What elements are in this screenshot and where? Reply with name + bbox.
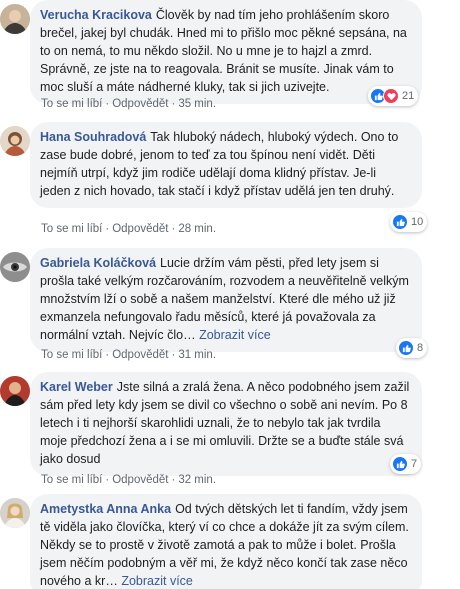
comment-timestamp[interactable]: 28 min.	[178, 223, 216, 235]
comment-timestamp[interactable]: 32 min.	[178, 474, 216, 486]
reply-link[interactable]: Odpovědět	[112, 474, 168, 486]
like-icon	[392, 214, 408, 230]
avatar[interactable]	[0, 252, 30, 282]
reaction-count: 21	[402, 90, 415, 102]
see-more-link[interactable]: Zobrazit více	[121, 574, 193, 588]
comment-author[interactable]: Karel Weber	[40, 380, 113, 394]
comment-actions: To se mi líbí · Odpovědět · 35 min.	[41, 98, 217, 110]
comment-bubble: Verucha Kracikova Člověk by nad tím jeho …	[30, 0, 422, 104]
comment-actions: To se mi líbí · Odpovědět · 28 min.	[41, 223, 217, 235]
comment-timestamp[interactable]: 35 min.	[178, 98, 216, 110]
love-icon	[383, 88, 399, 104]
comment: Gabriela Koláčková Lucie držím vám pěsti,…	[0, 248, 460, 364]
comment-bubble: Karel Weber Jste silná a zralá žena. A ně…	[30, 372, 422, 476]
comment-author[interactable]: Gabriela Koláčková	[40, 256, 156, 270]
comment-author[interactable]: Verucha Kracikova	[40, 8, 152, 22]
comment-actions: To se mi líbí · Odpovědět · 32 min.	[41, 474, 217, 486]
reaction-count: 7	[411, 458, 418, 470]
comment-bubble: Gabriela Koláčková Lucie držím vám pěsti,…	[30, 248, 422, 352]
comment: Verucha Kracikova Člověk by nad tím jeho …	[0, 0, 460, 112]
comment: Hana Souhradová Tak hluboký nádech, hlubo…	[0, 122, 460, 242]
reaction-summary[interactable]: 7	[390, 454, 422, 474]
comment-bubble: Hana Souhradová Tak hluboký nádech, hlubo…	[30, 122, 422, 208]
comment-author[interactable]: Ametystka Anna Anka	[40, 502, 171, 516]
avatar[interactable]	[0, 4, 30, 34]
like-link[interactable]: To se mi líbí	[41, 474, 102, 486]
reply-link[interactable]: Odpovědět	[112, 349, 168, 361]
comment-actions: To se mi líbí · Odpovědět · 31 min.	[41, 349, 217, 361]
reaction-count: 8	[417, 342, 424, 354]
reaction-summary[interactable]: 21	[368, 86, 419, 106]
like-link[interactable]: To se mi líbí	[41, 223, 102, 235]
like-icon	[392, 456, 408, 472]
comment-timestamp[interactable]: 31 min.	[178, 349, 216, 361]
reaction-count: 10	[411, 216, 424, 228]
like-link[interactable]: To se mi líbí	[41, 98, 102, 110]
like-link[interactable]: To se mi líbí	[41, 349, 102, 361]
reaction-summary[interactable]: 10	[390, 212, 428, 232]
avatar[interactable]	[0, 498, 30, 528]
avatar[interactable]	[0, 126, 30, 156]
avatar[interactable]	[0, 376, 30, 406]
comment: Karel Weber Jste silná a zralá žena. A ně…	[0, 372, 460, 488]
reaction-summary[interactable]: 8	[396, 338, 428, 358]
reply-link[interactable]: Odpovědět	[112, 223, 168, 235]
see-more-link[interactable]: Zobrazit více	[199, 328, 271, 342]
reply-link[interactable]: Odpovědět	[112, 98, 168, 110]
like-icon	[398, 340, 414, 356]
comment: Ametystka Anna Anka Od tvých dětských let…	[0, 494, 460, 589]
comment-author[interactable]: Hana Souhradová	[40, 130, 146, 144]
comment-bubble: Ametystka Anna Anka Od tvých dětských let…	[30, 494, 422, 589]
